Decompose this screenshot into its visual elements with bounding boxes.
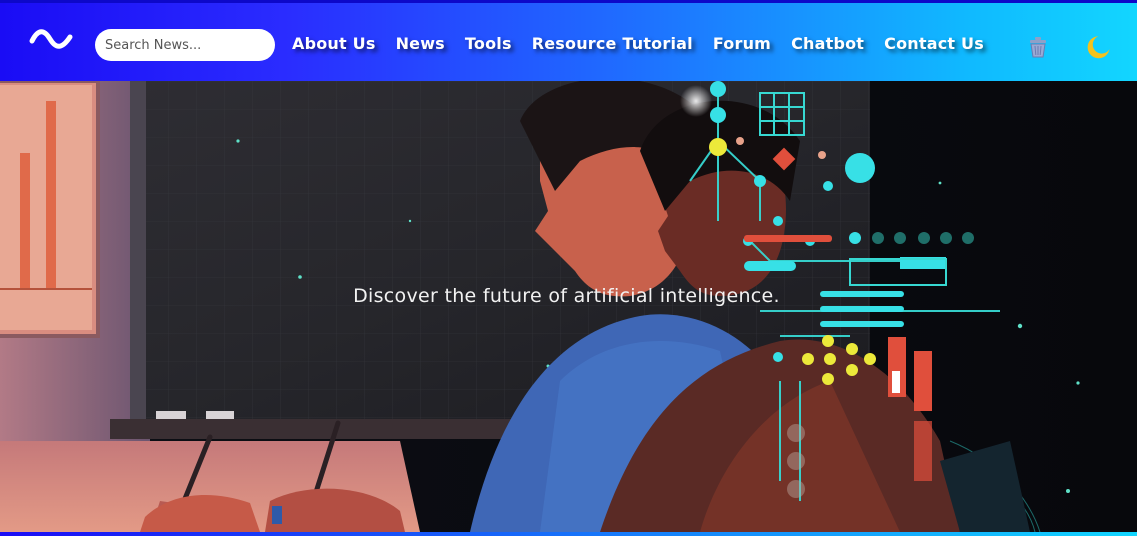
hero-tagline-text: Discover the future of artificial intell… <box>353 285 780 307</box>
hero-tagline: Discover the future of artificial intell… <box>0 285 1137 307</box>
nav-contact-us[interactable]: Contact Us <box>874 31 994 57</box>
main-nav: About Us News Tools Resource Tutorial Fo… <box>282 31 994 57</box>
trash-icon[interactable] <box>1025 34 1051 60</box>
nav-chatbot[interactable]: Chatbot <box>781 31 874 57</box>
moon-icon[interactable] <box>1084 33 1112 61</box>
nav-about-us[interactable]: About Us <box>282 31 386 57</box>
page: About Us News Tools Resource Tutorial Fo… <box>0 0 1137 536</box>
nav-tools[interactable]: Tools <box>455 31 522 57</box>
hero-banner: Discover the future of artificial intell… <box>0 81 1137 532</box>
nav-news[interactable]: News <box>386 31 455 57</box>
wave-logo-icon[interactable] <box>28 21 74 57</box>
nav-forum[interactable]: Forum <box>703 31 781 57</box>
bottom-accent-bar <box>0 532 1137 536</box>
top-navigation-bar: About Us News Tools Resource Tutorial Fo… <box>0 0 1137 81</box>
nav-resource-tutorial[interactable]: Resource Tutorial <box>522 31 703 57</box>
search-input[interactable] <box>95 29 275 61</box>
